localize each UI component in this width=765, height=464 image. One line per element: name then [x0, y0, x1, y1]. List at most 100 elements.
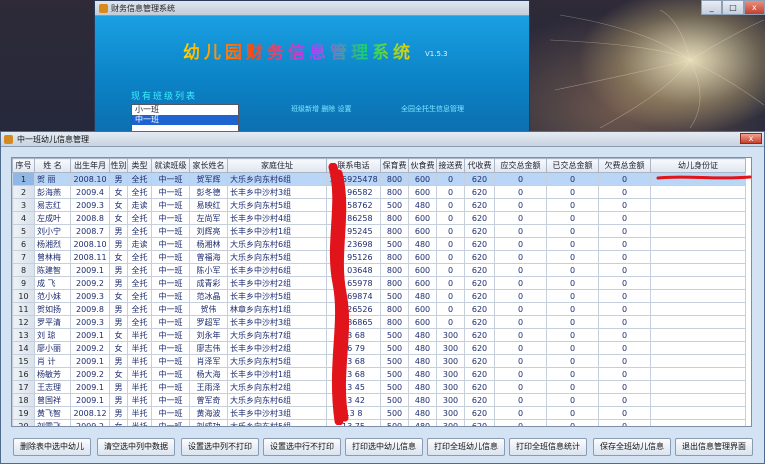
- table-cell[interactable]: 0: [546, 172, 599, 186]
- table-cell[interactable]: 13 8: [326, 406, 381, 420]
- row-number[interactable]: 8: [12, 263, 35, 277]
- table-cell[interactable]: 长丰乡中沙村2组: [227, 276, 327, 290]
- table-cell[interactable]: [650, 419, 746, 426]
- table-cell[interactable]: 长丰乡中沙村3组: [227, 315, 327, 329]
- table-row[interactable]: 16 杨敏芳 2009.2 女半托 中一班 杨大海 长丰乡中沙村1组 13 68 500 480 3…: [12, 367, 746, 381]
- table-cell[interactable]: 0: [598, 341, 651, 355]
- table-cell[interactable]: 陈小军: [189, 263, 228, 277]
- table-cell[interactable]: 2008.11: [70, 250, 110, 264]
- table-cell[interactable]: 大乐乡向东村7组: [227, 328, 327, 342]
- table-row[interactable]: 19 黄飞智 2008.12 男半托 中一班 黄海波 长丰乡中沙村3组 13 8 500 480 3…: [12, 406, 746, 420]
- table-cell[interactable]: [650, 328, 746, 342]
- row-number[interactable]: 5: [12, 224, 35, 238]
- table-cell[interactable]: 480: [408, 198, 437, 212]
- table-cell[interactable]: 620: [464, 328, 495, 342]
- table-cell[interactable]: 480: [408, 341, 437, 355]
- table-cell[interactable]: 全托: [127, 315, 152, 329]
- table-cell[interactable]: 中一班: [151, 185, 190, 199]
- table-cell[interactable]: 0: [494, 380, 547, 394]
- table-cell[interactable]: 贺如扬: [34, 302, 71, 316]
- table-cell[interactable]: 贺 丽: [34, 172, 71, 186]
- table-cell[interactable]: 男: [109, 224, 128, 238]
- save-class-button[interactable]: 保存全班幼儿信息: [593, 438, 671, 456]
- table-cell[interactable]: 300: [436, 393, 465, 407]
- table-cell[interactable]: 大乐乡向东村6组: [227, 237, 327, 251]
- delete-selected-child-button[interactable]: 删除表中选中幼儿: [13, 438, 91, 456]
- table-cell[interactable]: 2008.10: [70, 172, 110, 186]
- table-cell[interactable]: 0: [494, 341, 547, 355]
- table-cell[interactable]: 0: [436, 237, 465, 251]
- table-cell[interactable]: 半托: [127, 393, 152, 407]
- table-cell[interactable]: 女: [109, 367, 128, 381]
- table-cell[interactable]: 全托: [127, 172, 152, 186]
- table-cell[interactable]: [650, 263, 746, 277]
- column-header[interactable]: 欠费总金额: [598, 158, 651, 173]
- row-number[interactable]: 17: [12, 380, 35, 394]
- table-cell[interactable]: 600: [408, 211, 437, 225]
- table-cell[interactable]: 0: [494, 406, 547, 420]
- row-number[interactable]: 16: [12, 367, 35, 381]
- table-cell[interactable]: 0: [546, 302, 599, 316]
- table-row[interactable]: 18 曾国祥 2009.1 男半托 中一班 曾军奇 大乐乡向东村6组 13 42 500 480 3…: [12, 393, 746, 407]
- table-cell[interactable]: 长丰乡中沙村5组: [227, 289, 327, 303]
- table-cell[interactable]: [650, 289, 746, 303]
- table-cell[interactable]: 2009.2: [70, 419, 110, 426]
- table-cell[interactable]: 600: [408, 276, 437, 290]
- table-cell[interactable]: 0: [436, 302, 465, 316]
- table-cell[interactable]: 500: [380, 198, 409, 212]
- table-cell[interactable]: 全托: [127, 211, 152, 225]
- table-cell[interactable]: 800: [380, 211, 409, 225]
- table-cell[interactable]: 0: [546, 380, 599, 394]
- table-cell[interactable]: 中一班: [151, 341, 190, 355]
- table-cell[interactable]: 0: [598, 328, 651, 342]
- table-cell[interactable]: 13 68: [326, 367, 381, 381]
- table-cell[interactable]: 长丰乡中沙村3组: [227, 185, 327, 199]
- table-cell[interactable]: 300: [436, 380, 465, 394]
- fulltime-info-link[interactable]: 全园全托生信息管理: [401, 104, 464, 114]
- table-row[interactable]: 15 肖 计 2009.1 男半托 中一班 肖泽军 大乐乡向东村5组 13 68 500 480 3…: [12, 354, 746, 368]
- table-cell[interactable]: 800: [380, 185, 409, 199]
- table-row[interactable]: 12 罗平清 2009.3 男全托 中一班 罗超军 长丰乡中沙村3组 13 86865 800 6…: [12, 315, 746, 329]
- table-cell[interactable]: 刘 琼: [34, 328, 71, 342]
- table-cell[interactable]: 500: [380, 380, 409, 394]
- table-cell[interactable]: 0: [546, 419, 599, 426]
- table-cell[interactable]: 480: [408, 367, 437, 381]
- table-cell[interactable]: [650, 224, 746, 238]
- table-cell[interactable]: 刘永年: [189, 328, 228, 342]
- column-header[interactable]: 就读班级: [151, 158, 190, 173]
- table-cell[interactable]: 0: [436, 198, 465, 212]
- table-cell[interactable]: 0: [436, 315, 465, 329]
- table-cell[interactable]: 男: [109, 354, 128, 368]
- table-cell[interactable]: 620: [464, 237, 495, 251]
- table-cell[interactable]: 男: [109, 393, 128, 407]
- table-cell[interactable]: 0: [494, 276, 547, 290]
- column-header[interactable]: 应交总金额: [494, 158, 547, 173]
- table-cell[interactable]: 0: [494, 224, 547, 238]
- table-cell[interactable]: 女: [109, 289, 128, 303]
- window-close-button[interactable]: x: [740, 133, 762, 144]
- table-cell[interactable]: 男: [109, 302, 128, 316]
- table-cell[interactable]: 0: [546, 263, 599, 277]
- table-cell[interactable]: 半托: [127, 354, 152, 368]
- table-cell[interactable]: 300: [436, 354, 465, 368]
- table-cell[interactable]: 15 96582: [326, 185, 381, 199]
- table-cell[interactable]: 刘成功: [189, 419, 228, 426]
- table-cell[interactable]: 620: [464, 211, 495, 225]
- table-cell[interactable]: 中一班: [151, 354, 190, 368]
- table-cell[interactable]: 中一班: [151, 276, 190, 290]
- table-cell[interactable]: 0: [546, 341, 599, 355]
- table-cell[interactable]: 男: [109, 380, 128, 394]
- column-header[interactable]: 联系电话: [326, 158, 381, 173]
- table-cell[interactable]: 2008.8: [70, 211, 110, 225]
- maximize-button[interactable]: □: [722, 0, 744, 15]
- table-cell[interactable]: 0: [598, 198, 651, 212]
- table-cell[interactable]: 500: [380, 341, 409, 355]
- table-cell[interactable]: 0: [598, 380, 651, 394]
- table-cell[interactable]: 女: [109, 419, 128, 426]
- table-row[interactable]: 2 彭海燕 2009.4 女全托 中一班 彭冬德 长丰乡中沙村3组 15 96582 800 60…: [12, 185, 746, 199]
- table-cell[interactable]: [650, 380, 746, 394]
- table-cell[interactable]: 13 68: [326, 328, 381, 342]
- row-number[interactable]: 3: [12, 198, 35, 212]
- table-cell[interactable]: 0: [546, 289, 599, 303]
- child-data-grid[interactable]: 序号姓 名出生年月 性别 类型 就读班级 家长姓名 家庭住址 联系电话 保育费 伙食费 接送费 代收…: [11, 157, 752, 427]
